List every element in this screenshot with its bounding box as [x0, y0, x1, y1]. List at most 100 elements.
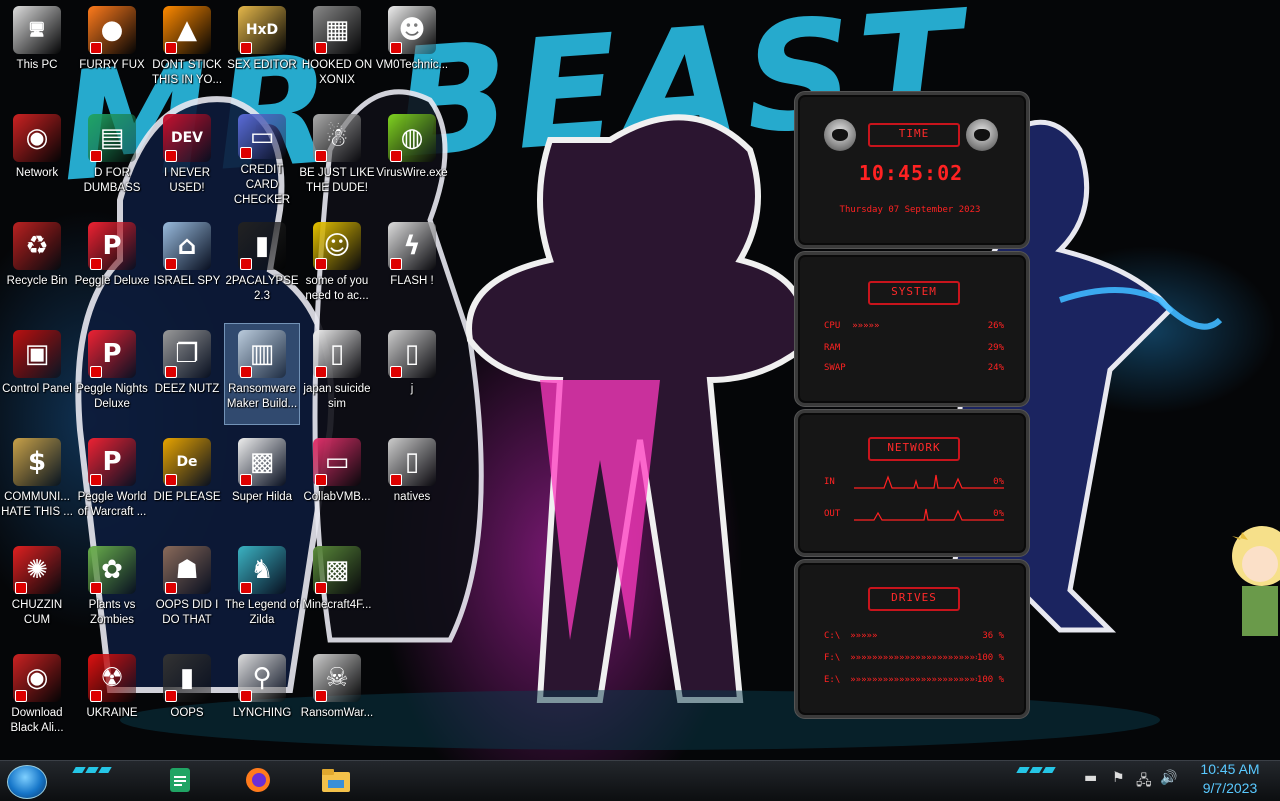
- peggle-wow-icon: P: [88, 438, 136, 486]
- icon-glyph: HxD: [245, 22, 279, 38]
- desktop-icon[interactable]: P Peggle Deluxe: [75, 216, 149, 316]
- desktop-icon[interactable]: ❐ DEEZ NUTZ: [150, 324, 224, 424]
- icon-glyph: ☗: [175, 555, 199, 585]
- desktop-icon[interactable]: ◉ Network: [0, 108, 74, 208]
- window-app-icon: ▥: [238, 330, 286, 378]
- desktop-icon[interactable]: DEV I NEVER USED!: [150, 108, 224, 208]
- icon-glyph: ▭: [324, 447, 350, 477]
- system-monitor-widget[interactable]: TIME 10:45:02 Thursday 07 September 2023…: [795, 92, 1029, 718]
- desktop-icon[interactable]: ▮ OOPS: [150, 648, 224, 748]
- desktop-icon[interactable]: ▩ Super Hilda: [225, 432, 299, 532]
- desktop-icon[interactable]: ⚲ LYNCHING: [225, 648, 299, 748]
- desktop-icon[interactable]: ▯ japan suicide sim: [300, 324, 374, 424]
- desktop-icon[interactable]: ϟ FLASH !: [375, 216, 449, 316]
- desktop-icon[interactable]: ▭ CollabVMB...: [300, 432, 374, 532]
- desktop-icon-label: j: [410, 383, 414, 395]
- system-panel: SYSTEM CPU »»»»» 26% RAM 29% SWAP 24%: [795, 252, 1029, 406]
- volume-icon[interactable]: 🔊: [1160, 770, 1177, 786]
- desktop-icon[interactable]: ✿ Plants vs Zombies: [75, 540, 149, 640]
- taskbar-firefox-button[interactable]: [238, 763, 278, 797]
- desktop-icon[interactable]: ☃ BE JUST LIKE THE DUDE!: [299, 108, 375, 208]
- desktop-icon[interactable]: ◉ Download Black Ali...: [0, 648, 74, 748]
- drive-f-value: 100 %: [976, 653, 1004, 663]
- desktop-icon[interactable]: ▩ Minecraft4F...: [300, 540, 374, 640]
- desktop-icon[interactable]: 🖥 This PC: [0, 0, 74, 100]
- time-panel: TIME 10:45:02 Thursday 07 September 2023: [795, 92, 1029, 248]
- drive-e-bar: »»»»»»»»»»»»»»»»»»»»»»»»: [850, 675, 977, 685]
- desktop-icon[interactable]: ▤ D FOR DUMBASS: [75, 108, 149, 208]
- desktop-icon[interactable]: ● FURRY FUX: [75, 0, 149, 100]
- desktop-icon[interactable]: ✺ CHUZZIN CUM: [0, 540, 74, 640]
- document-icon: ▯: [313, 330, 361, 378]
- desktop-icon[interactable]: ▭ CREDIT CARD CHECKER: [225, 108, 299, 208]
- desktop-icon-label: CollabVMB...: [303, 491, 371, 503]
- desktop-icon[interactable]: ▲ DONT STICK THIS IN YO...: [150, 0, 224, 100]
- desktop-icon-label: DEEZ NUTZ: [154, 383, 220, 395]
- net-in-label: IN: [824, 477, 835, 487]
- desktop-icon[interactable]: ♻ Recycle Bin: [0, 216, 74, 316]
- taskbar-sheets-button[interactable]: [160, 763, 200, 797]
- minecraft-icon: ▩: [313, 546, 361, 594]
- peggle-icon: P: [88, 222, 136, 270]
- desktop-icon-label: COMMUNI... HATE THIS ...: [1, 491, 73, 518]
- icon-glyph: ◍: [400, 123, 424, 153]
- net-out-label: OUT: [824, 509, 841, 519]
- desktop-icon[interactable]: P Peggle Nights Deluxe: [75, 324, 149, 424]
- desktop-icon[interactable]: ▥ Ransomware Maker Build...: [224, 323, 300, 425]
- drive-f-row: F:\ »»»»»»»»»»»»»»»»»»»»»»»» 100 %: [824, 653, 1004, 663]
- shortcut-badge-icon: [315, 258, 327, 270]
- recycle-bin-icon: ♻: [13, 222, 61, 270]
- action-center-flag-icon[interactable]: ⚑: [1112, 770, 1125, 786]
- desktop-icon[interactable]: $ COMMUNI... HATE THIS ...: [0, 432, 74, 532]
- desktop-icon[interactable]: ▯ j: [375, 324, 449, 424]
- desktop-icon[interactable]: ☢ UKRAINE: [75, 648, 149, 748]
- start-button[interactable]: [7, 765, 47, 799]
- desktop-icon[interactable]: ☻ VM0Technic...: [375, 0, 449, 100]
- drive-c-value: 36 %: [982, 631, 1004, 641]
- drive-f-label: F:\: [824, 653, 841, 663]
- icon-glyph: ▩: [249, 447, 275, 477]
- taskbar-explorer-button[interactable]: [316, 763, 356, 797]
- hxd-icon: HxD: [238, 6, 286, 54]
- skull-icon: ☠: [313, 654, 361, 702]
- icon-glyph: ♻: [25, 231, 49, 261]
- icon-glyph: ◉: [25, 663, 49, 693]
- shortcut-badge-icon: [240, 147, 252, 159]
- shortcut-badge-icon: [90, 474, 102, 486]
- drive-c-bar: »»»»»: [850, 631, 878, 641]
- desktop-icon[interactable]: P Peggle World of Warcraft ...: [75, 432, 149, 532]
- desktop-icon[interactable]: ◍ VirusWire.exe: [375, 108, 449, 208]
- desktop-icon[interactable]: ▦ HOOKED ON XONIX: [300, 0, 374, 100]
- icon-glyph: ▦: [324, 15, 350, 45]
- taskbar-clock[interactable]: 10:45 AM 9/7/2023: [1190, 760, 1270, 800]
- desktop-icon-label: Plants vs Zombies: [88, 599, 136, 626]
- desktop-icon[interactable]: ▣ Control Panel: [0, 324, 74, 424]
- desktop-icon[interactable]: ♞ The Legend of Zilda: [225, 540, 299, 640]
- ram-label: RAM: [824, 343, 841, 353]
- file-icon: ▯: [388, 330, 436, 378]
- desktop-icon[interactable]: ☗ OOPS DID I DO THAT: [150, 540, 224, 640]
- de-logo-icon: De: [163, 438, 211, 486]
- drives-header: DRIVES: [868, 587, 960, 611]
- network-tray-icon[interactable]: 🖧: [1136, 770, 1152, 794]
- desktop-icon[interactable]: ▮ 2PACALYPSE 2.3: [225, 216, 299, 316]
- desktop-icon[interactable]: ☺ some of you need to ac...: [300, 216, 374, 316]
- net-out-row: OUT 0%: [824, 509, 1004, 519]
- desktop-icon[interactable]: HxD SEX EDITOR: [225, 0, 299, 100]
- desktop-icon[interactable]: De DIE PLEASE: [150, 432, 224, 532]
- icon-glyph: DEV: [170, 130, 204, 146]
- show-hidden-icons-icon[interactable]: ▬: [1084, 770, 1097, 786]
- drive-e-label: E:\: [824, 675, 841, 685]
- desktop-icon[interactable]: ☠ RansomWar...: [300, 648, 374, 748]
- desktop-icon[interactable]: ⌂ ISRAEL SPY: [150, 216, 224, 316]
- icon-glyph: ▩: [324, 555, 350, 585]
- shortcut-badge-icon: [90, 150, 102, 162]
- icon-glyph: ▲: [177, 15, 197, 45]
- shortcut-badge-icon: [240, 366, 252, 378]
- shortcut-badge-icon: [390, 258, 402, 270]
- desktop-icon-label: OOPS: [170, 707, 204, 719]
- peggle-nights-icon: P: [88, 330, 136, 378]
- doctor-icon: ☻: [388, 6, 436, 54]
- desktop-icon[interactable]: ▯ natives: [375, 432, 449, 532]
- shortcut-badge-icon: [90, 690, 102, 702]
